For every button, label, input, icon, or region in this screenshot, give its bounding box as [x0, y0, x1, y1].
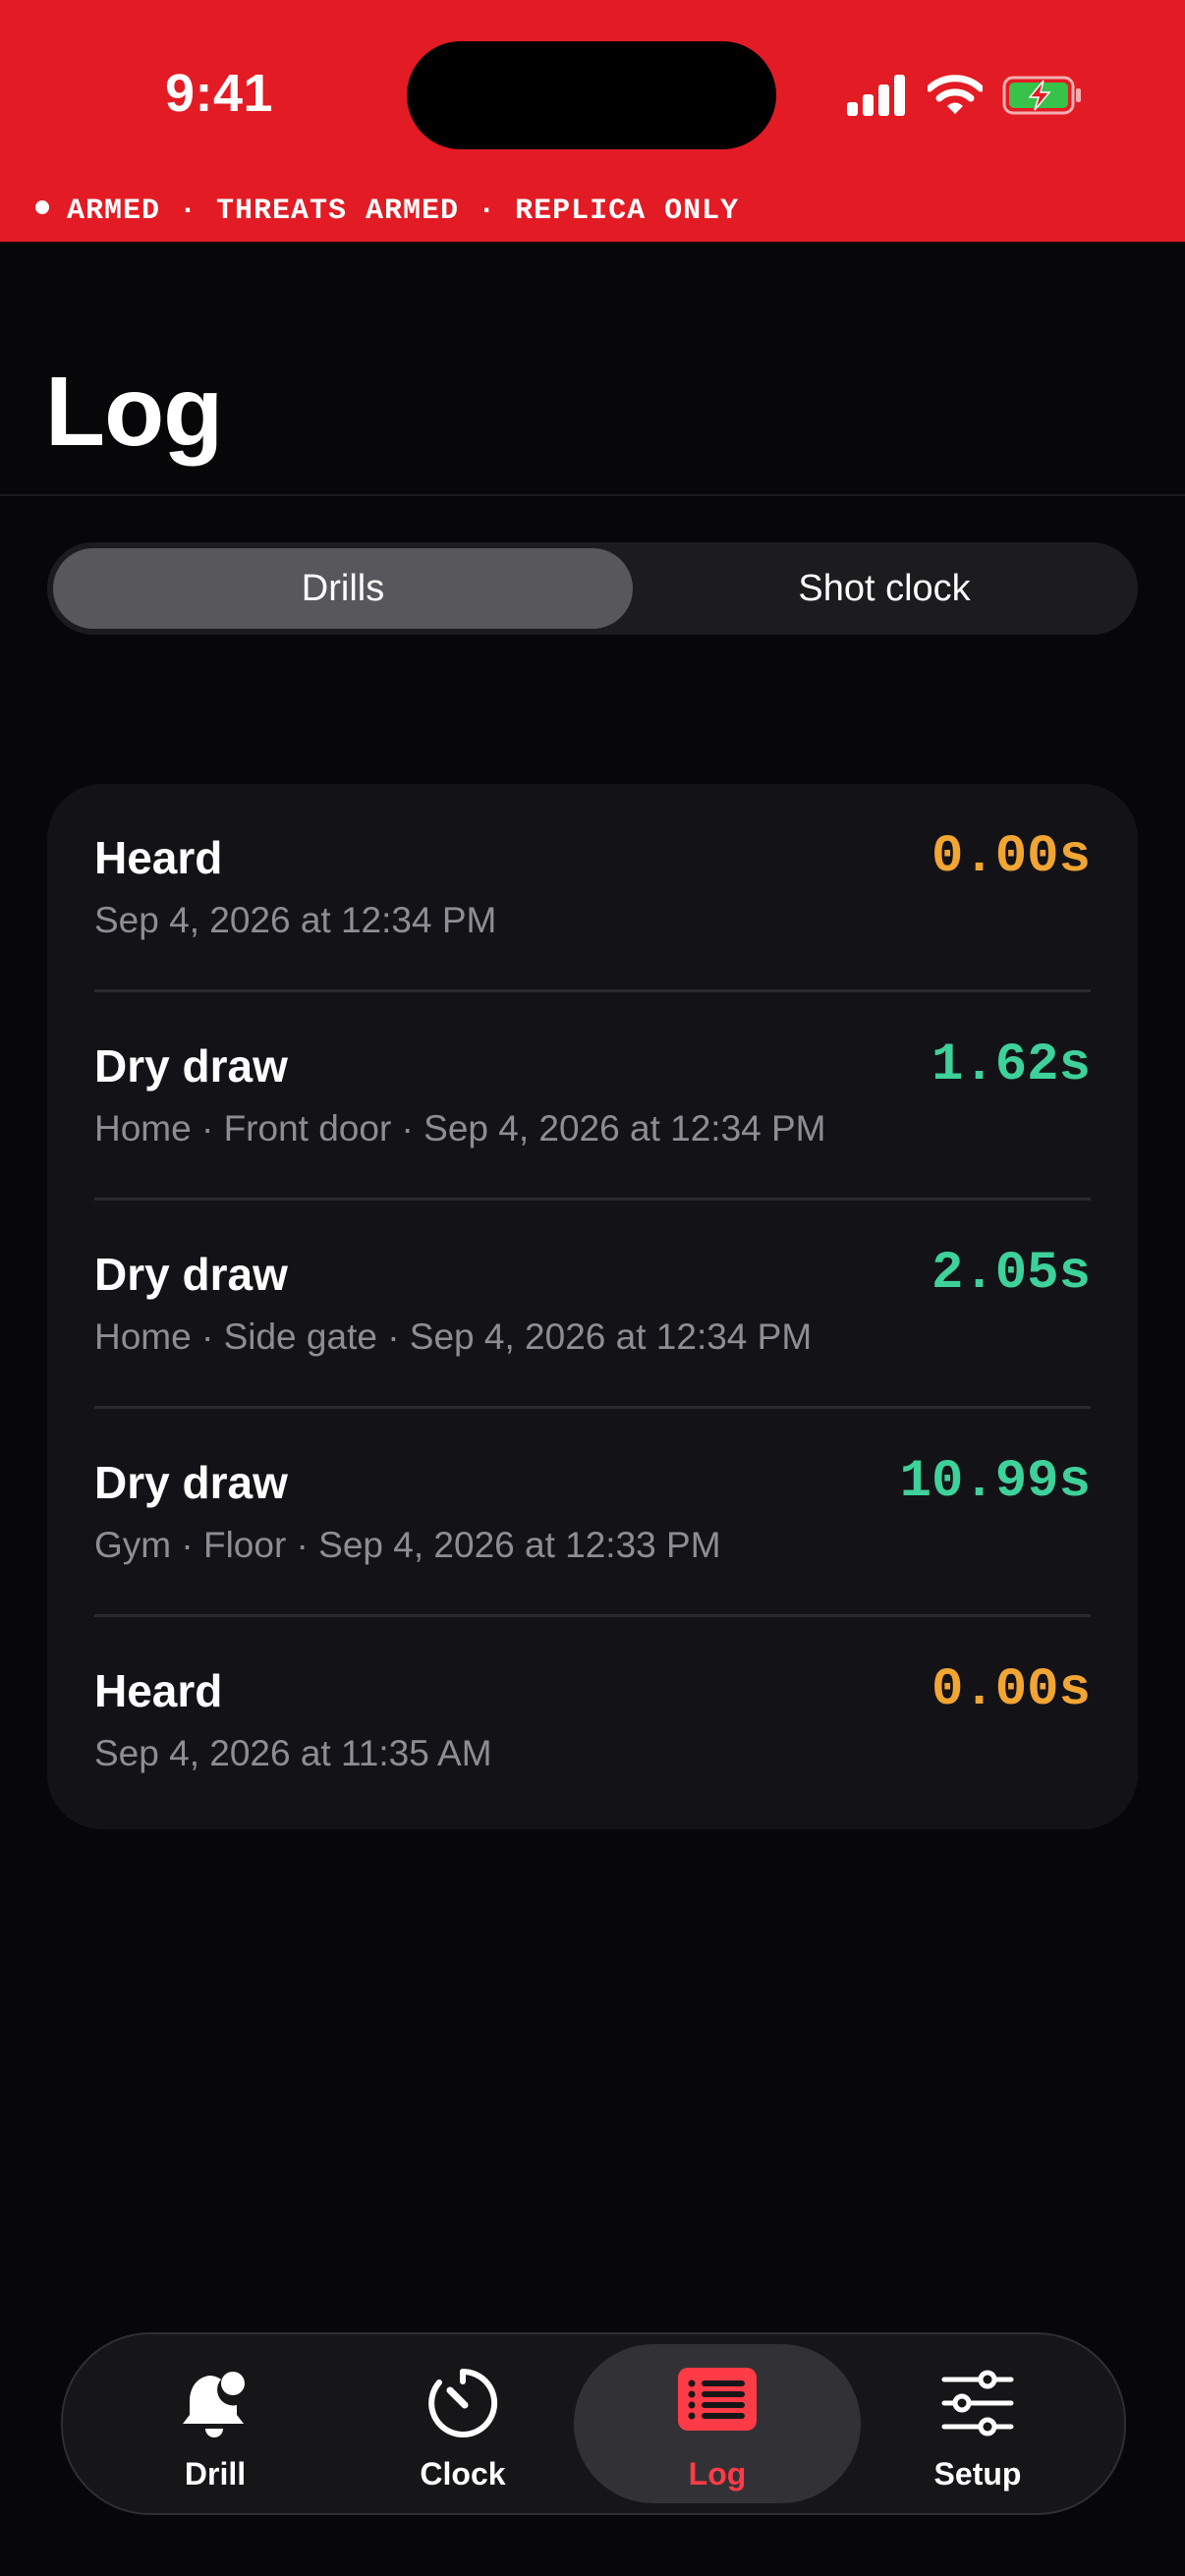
- tab-label: Log: [688, 2456, 747, 2492]
- sliders-icon: [855, 2366, 1100, 2440]
- armed-dot-icon: [35, 200, 49, 214]
- log-row-subtitle: Sep 4, 2026 at 11:35 AM: [94, 1733, 492, 1773]
- bell-icon: [92, 2366, 338, 2440]
- log-row-title: Dry draw: [94, 1457, 288, 1508]
- tab-label: Setup: [933, 2456, 1022, 2492]
- log-row-subtitle: Sep 4, 2026 at 12:34 PM: [94, 900, 497, 940]
- cellular-signal-icon: [847, 73, 906, 116]
- log-row-title: Dry draw: [94, 1249, 288, 1300]
- log-row[interactable]: Heard Sep 4, 2026 at 11:35 AM 0.00s: [47, 1617, 1138, 1825]
- log-row-title: Heard: [94, 1665, 223, 1716]
- log-row[interactable]: Heard Sep 4, 2026 at 12:34 PM 0.00s: [47, 784, 1138, 992]
- tab-setup[interactable]: Setup: [855, 2344, 1100, 2503]
- log-row-title: Dry draw: [94, 1040, 288, 1092]
- log-row-subtitle: Home · Side gate · Sep 4, 2026 at 12:34 …: [94, 1316, 813, 1357]
- armed-status-text: ARMED · THREATS ARMED · REPLICA ONLY: [35, 195, 739, 228]
- log-row[interactable]: Dry draw Gym · Floor · Sep 4, 2026 at 12…: [47, 1409, 1138, 1617]
- wifi-icon: [928, 75, 983, 114]
- log-row-time: 10.99s: [899, 1452, 1091, 1512]
- list-icon: [574, 2366, 861, 2440]
- timer-icon: [340, 2366, 586, 2440]
- log-row-time: 0.00s: [931, 827, 1091, 887]
- segment-drills[interactable]: Drills: [53, 548, 633, 629]
- page-title: Log: [45, 357, 223, 467]
- log-row-subtitle: Gym · Floor · Sep 4, 2026 at 12:33 PM: [94, 1525, 721, 1565]
- log-row-title: Heard: [94, 832, 223, 883]
- log-type-segmented-control: Drills Shot clock: [47, 542, 1138, 635]
- log-row-time: 0.00s: [931, 1660, 1091, 1720]
- tab-label: Drill: [184, 2456, 247, 2492]
- log-row[interactable]: Dry draw Home · Front door · Sep 4, 2026…: [47, 992, 1138, 1201]
- tab-clock[interactable]: Clock: [340, 2344, 586, 2503]
- log-row-time: 1.62s: [931, 1036, 1091, 1095]
- tab-log[interactable]: Log: [574, 2344, 861, 2503]
- tab-bar: Drill Clock Log Setup: [61, 2332, 1126, 2515]
- tab-label: Clock: [420, 2456, 506, 2492]
- log-row[interactable]: Dry draw Home · Side gate · Sep 4, 2026 …: [47, 1201, 1138, 1409]
- dynamic-island: [407, 41, 776, 149]
- battery-charging-icon: [1002, 76, 1081, 115]
- title-divider: [0, 494, 1185, 496]
- log-row-subtitle: Home · Front door · Sep 4, 2026 at 12:34…: [94, 1108, 826, 1148]
- tab-drill[interactable]: Drill: [92, 2344, 338, 2503]
- status-time: 9:41: [165, 64, 274, 123]
- log-list: Heard Sep 4, 2026 at 12:34 PM 0.00s Dry …: [47, 784, 1138, 1829]
- armed-banner: 9:41 ARMED · THREATS ARMED · REPLICA ONL…: [0, 0, 1185, 242]
- log-row-time: 2.05s: [931, 1244, 1091, 1304]
- segment-shot-clock[interactable]: Shot clock: [637, 548, 1132, 629]
